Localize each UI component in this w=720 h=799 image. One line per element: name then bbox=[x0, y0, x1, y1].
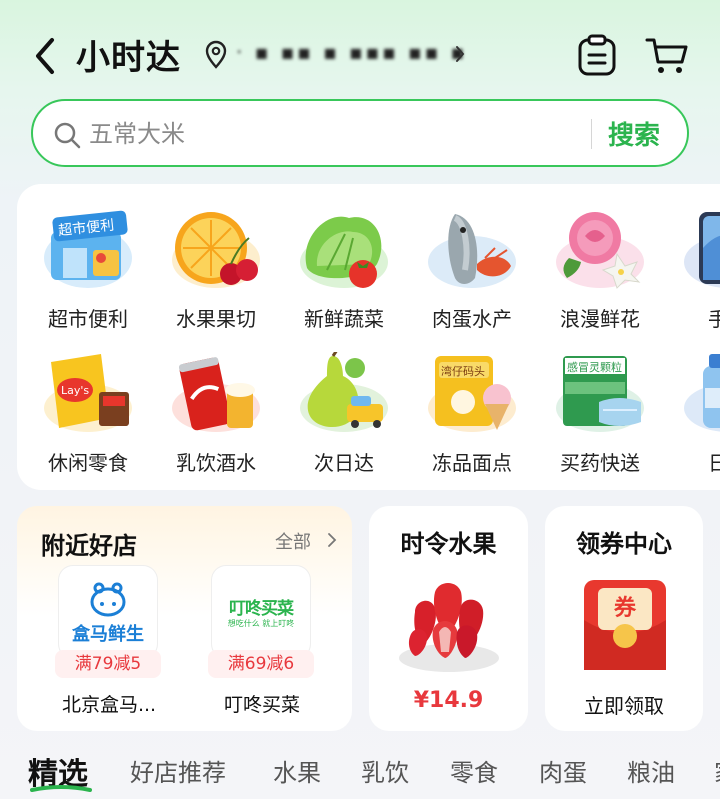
svg-text:Lay's: Lay's bbox=[61, 384, 89, 397]
search-icon bbox=[54, 122, 81, 149]
category-daily[interactable]: 日用 bbox=[663, 352, 720, 482]
dingdong-logo: 叮咚买菜 想吃什么 就上叮咚 bbox=[212, 566, 310, 658]
seasonal-fruit-card[interactable]: 时令水果 ¥14.9 bbox=[369, 506, 528, 731]
seasonal-fruit-title: 时令水果 bbox=[400, 530, 497, 558]
category-drinks[interactable]: 乳饮酒水 bbox=[151, 352, 271, 482]
delivery-address[interactable]: · ▪ ▪▪ ▪ ▪▪▪ ▪▪ ▪ bbox=[236, 40, 467, 64]
search-bar: 搜索 bbox=[31, 99, 689, 167]
category-flowers[interactable]: 浪漫鲜花 bbox=[535, 208, 655, 338]
category-phone[interactable]: 手机 bbox=[663, 208, 720, 338]
phone-icon bbox=[684, 212, 720, 288]
header: 小时达 · ▪ ▪▪ ▪ ▪▪▪ ▪▪ ▪ bbox=[0, 0, 720, 100]
category-frozen[interactable]: 湾仔码头 冻品面点 bbox=[407, 352, 527, 482]
category-label: 超市便利 bbox=[48, 307, 128, 331]
category-label: 休闲零食 bbox=[48, 451, 128, 475]
category-label: 浪漫鲜花 bbox=[560, 307, 640, 331]
tab-fruit[interactable]: 水果 bbox=[273, 753, 321, 788]
pear-truck-icon bbox=[300, 352, 388, 432]
category-label: 新鲜蔬菜 bbox=[304, 307, 384, 331]
vegetables-icon bbox=[300, 216, 388, 288]
active-tab-underline bbox=[30, 785, 92, 792]
store-name: 叮咚买菜 bbox=[223, 694, 300, 716]
category-label: 乳饮酒水 bbox=[176, 451, 256, 475]
view-all-link[interactable]: 全部 bbox=[275, 528, 311, 554]
store-card-hema[interactable]: 盒马鲜生 满79减5 北京盒马... bbox=[47, 566, 187, 731]
category-label: 次日达 bbox=[314, 451, 374, 475]
order-list-icon[interactable] bbox=[577, 34, 617, 78]
cola-beer-icon bbox=[172, 357, 260, 432]
category-medicine[interactable]: 感冒灵颗粒 买药快送 bbox=[535, 352, 655, 482]
category-vegetables[interactable]: 新鲜蔬菜 bbox=[279, 208, 399, 338]
search-button[interactable]: 搜索 bbox=[608, 115, 660, 152]
fish-shrimp-icon bbox=[428, 214, 516, 288]
category-label: 手机 bbox=[708, 307, 720, 331]
hema-logo-text: 盒马鲜生 bbox=[72, 624, 144, 645]
medicine-icon: 感冒灵颗粒 bbox=[556, 356, 644, 432]
tab-home[interactable]: 家 bbox=[714, 753, 720, 788]
rose-icon bbox=[556, 212, 644, 289]
feed-tabs: 精选 好店推荐 水果 乳饮 零食 肉蛋 粮油 家 bbox=[0, 745, 720, 799]
category-meat-seafood[interactable]: 肉蛋水产 bbox=[407, 208, 527, 338]
search-divider bbox=[591, 119, 592, 149]
dingdong-logo-subtext: 想吃什么 就上叮咚 bbox=[227, 619, 295, 628]
coupon-glyph: 券 bbox=[613, 596, 636, 621]
tab-good-stores[interactable]: 好店推荐 bbox=[130, 753, 226, 788]
category-snacks[interactable]: Lay's 休闲零食 bbox=[23, 352, 143, 482]
strawberries-image bbox=[399, 583, 499, 672]
category-grid: 超市便利 超市便利 水果果切 新鲜蔬菜 肉蛋水产 浪漫鲜花 手 Lay's 休闲… bbox=[17, 184, 720, 490]
coupon-center-card[interactable]: 领券中心 券 立即领取 bbox=[545, 506, 703, 731]
location-pin-icon[interactable] bbox=[203, 40, 229, 70]
daily-bottle-icon bbox=[684, 354, 720, 432]
cart-icon[interactable] bbox=[644, 36, 690, 76]
coupon-center-title: 领券中心 bbox=[576, 530, 672, 558]
category-fruit[interactable]: 水果果切 bbox=[151, 208, 271, 338]
search-input[interactable] bbox=[89, 115, 569, 153]
store-card-dingdong[interactable]: 叮咚买菜 想吃什么 就上叮咚 满69减6 叮咚买菜 bbox=[200, 566, 340, 731]
category-label: 水果果切 bbox=[176, 307, 256, 331]
dingdong-logo-text: 叮咚买菜 bbox=[229, 599, 294, 619]
back-arrow-icon[interactable] bbox=[30, 36, 60, 76]
page-title: 小时达 bbox=[76, 38, 181, 78]
store-name: 北京盒马... bbox=[61, 694, 157, 716]
nearby-stores-card: 附近好店 全部 盒马鲜生 满79减5 北京盒马... 叮咚买菜 想吃什么 就上叮… bbox=[17, 506, 352, 731]
discount-badge: 满79减5 bbox=[55, 650, 161, 678]
fruit-price: ¥14.9 bbox=[413, 688, 484, 713]
tab-snacks[interactable]: 零食 bbox=[450, 753, 498, 788]
category-label: 日用 bbox=[708, 451, 720, 475]
svg-text:湾仔码头: 湾仔码头 bbox=[441, 364, 485, 378]
category-supermarket[interactable]: 超市便利 超市便利 bbox=[23, 208, 143, 338]
orange-cherry-icon bbox=[172, 212, 260, 288]
chevron-right-icon[interactable] bbox=[327, 532, 337, 548]
category-label: 肉蛋水产 bbox=[432, 307, 512, 331]
supermarket-icon: 超市便利 bbox=[44, 210, 132, 288]
discount-badge: 满69减6 bbox=[208, 650, 314, 678]
tab-dairy-drinks[interactable]: 乳饮 bbox=[361, 753, 409, 788]
hema-logo: 盒马鲜生 bbox=[59, 566, 157, 658]
tab-meat-eggs[interactable]: 肉蛋 bbox=[539, 753, 587, 788]
category-next-day[interactable]: 次日达 bbox=[279, 352, 399, 482]
chevron-right-icon[interactable] bbox=[452, 42, 468, 66]
snacks-icon: Lay's bbox=[44, 354, 132, 432]
claim-now-button[interactable]: 立即领取 bbox=[545, 690, 703, 719]
tab-grain-oil[interactable]: 粮油 bbox=[627, 753, 675, 788]
frozen-icecream-icon: 湾仔码头 bbox=[428, 356, 516, 432]
category-label: 买药快送 bbox=[560, 451, 640, 475]
category-label: 冻品面点 bbox=[432, 451, 512, 475]
svg-text:感冒灵颗粒: 感冒灵颗粒 bbox=[567, 360, 622, 374]
nearby-stores-title: 附近好店 bbox=[41, 532, 137, 560]
